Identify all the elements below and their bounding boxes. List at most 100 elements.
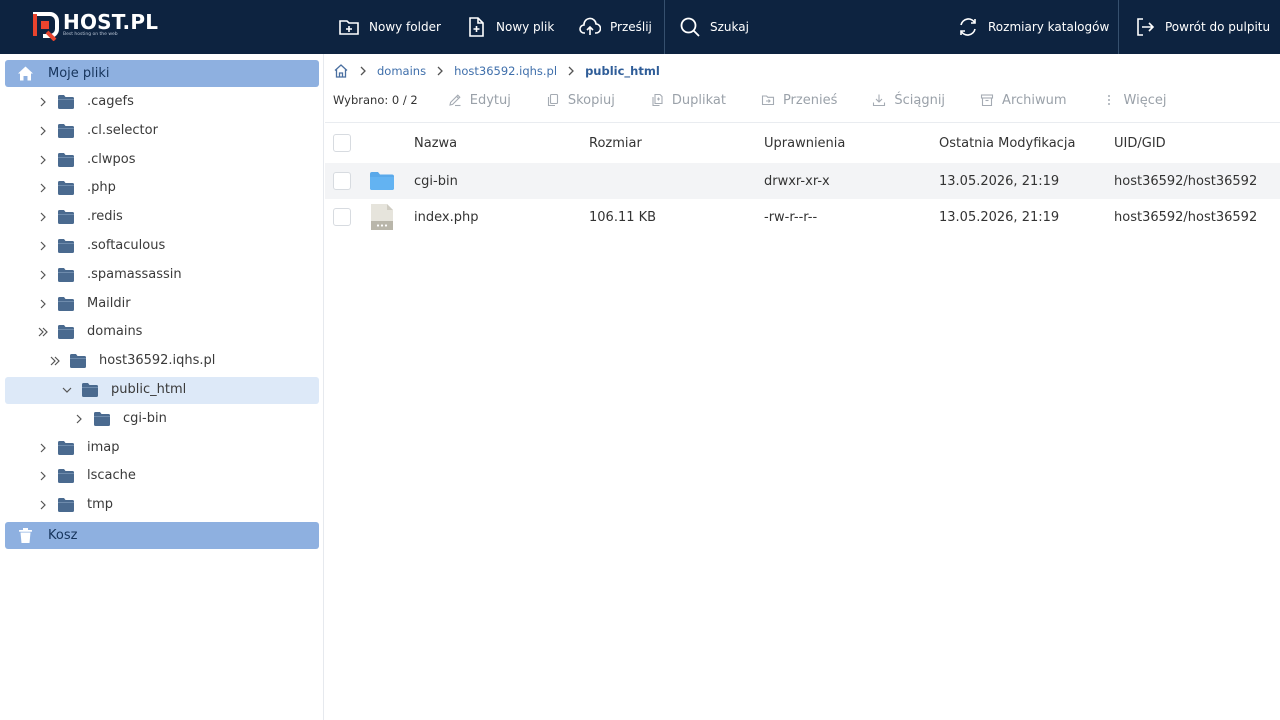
tree-item[interactable]: .cagefs bbox=[5, 89, 319, 116]
chevron-right-icon[interactable] bbox=[37, 442, 49, 454]
column-permissions[interactable]: Uprawnienia bbox=[764, 123, 845, 163]
folder-icon bbox=[94, 411, 110, 426]
chevron-right-icon[interactable] bbox=[37, 96, 49, 108]
sidebar: Moje pliki .cagefs .cl.selector .clwpos .ph… bbox=[0, 54, 324, 720]
folder-icon bbox=[58, 123, 74, 138]
tree-item[interactable]: .redis bbox=[5, 204, 319, 231]
tree-item-label: .php bbox=[87, 180, 116, 196]
tree-item-label: lscache bbox=[87, 468, 136, 484]
tree-item-label: .clwpos bbox=[87, 151, 136, 167]
home-icon bbox=[18, 66, 33, 81]
search-label: Szukaj bbox=[710, 20, 749, 34]
column-name[interactable]: Nazwa bbox=[414, 123, 457, 163]
table-row[interactable]: cgi-bin drwxr-xr-x 13.05.2026, 21:19 hos… bbox=[325, 163, 1280, 199]
directory-sizes-button[interactable]: Rozmiary katalogów bbox=[957, 0, 1109, 54]
tree-item[interactable]: Maildir bbox=[5, 291, 319, 318]
copy-button[interactable]: Skopiuj bbox=[546, 93, 615, 108]
chevron-down-icon[interactable] bbox=[61, 384, 73, 396]
tree-item[interactable]: lscache bbox=[5, 463, 319, 490]
tree-item[interactable]: .clwpos bbox=[5, 147, 319, 174]
sidebar-item-trash[interactable]: Kosz bbox=[5, 522, 319, 549]
row-checkbox[interactable] bbox=[333, 208, 351, 226]
chevrons-right-icon[interactable] bbox=[49, 355, 61, 367]
chevron-right-icon[interactable] bbox=[37, 470, 49, 482]
chevron-right-icon[interactable] bbox=[37, 240, 49, 252]
tree-item-label: cgi-bin bbox=[123, 410, 167, 426]
more-button[interactable]: Więcej bbox=[1102, 93, 1166, 108]
logo-mark-icon bbox=[30, 11, 60, 41]
tree-item[interactable]: .spamassassin bbox=[5, 262, 319, 289]
sidebar-item-my-files[interactable]: Moje pliki bbox=[5, 60, 319, 87]
archive-button[interactable]: Archiwum bbox=[980, 93, 1067, 108]
new-folder-label: Nowy folder bbox=[369, 20, 441, 34]
search-button[interactable]: Szukaj bbox=[679, 0, 749, 54]
file-permissions: drwxr-xr-x bbox=[764, 173, 830, 189]
upload-label: Prześlij bbox=[610, 20, 652, 34]
row-checkbox[interactable] bbox=[333, 172, 351, 190]
folder-plus-icon bbox=[339, 20, 359, 35]
tree-item[interactable]: domains bbox=[5, 319, 319, 346]
folder-icon bbox=[58, 152, 74, 167]
tree-item[interactable]: imap bbox=[5, 435, 319, 462]
chevron-right-icon[interactable] bbox=[37, 298, 49, 310]
new-file-button[interactable]: Nowy plik bbox=[465, 0, 554, 54]
file-icon bbox=[371, 204, 393, 230]
chevrons-right-icon[interactable] bbox=[37, 326, 49, 338]
upload-button[interactable]: Prześlij bbox=[579, 0, 652, 54]
folder-icon bbox=[58, 498, 74, 513]
tree-item[interactable]: .softaculous bbox=[5, 233, 319, 260]
action-bar: Wybrano: 0 / 2 Edytuj Skopiuj Duplikat P… bbox=[333, 90, 1201, 110]
duplicate-button[interactable]: Duplikat bbox=[650, 93, 726, 108]
tree-item[interactable]: public_html bbox=[5, 377, 319, 404]
table-row[interactable]: index.php 106.11 KB -rw-r--r-- 13.05.202… bbox=[325, 199, 1280, 235]
sign-out-icon bbox=[1137, 18, 1155, 36]
chevron-right-icon bbox=[568, 66, 574, 76]
back-to-panel-button[interactable]: Powrót do pulpitu bbox=[1134, 0, 1270, 54]
download-button[interactable]: Ściągnij bbox=[872, 93, 945, 108]
folder-icon bbox=[70, 354, 86, 369]
breadcrumb-current: public_html bbox=[585, 64, 660, 78]
breadcrumb-domains[interactable]: domains bbox=[377, 64, 426, 78]
host-pl-logo[interactable]: HOST.PL Best hosting on the web bbox=[30, 11, 158, 41]
select-all-checkbox[interactable] bbox=[333, 134, 351, 152]
chevron-right-icon[interactable] bbox=[37, 154, 49, 166]
column-owner[interactable]: UID/GID bbox=[1114, 123, 1166, 163]
breadcrumb-host[interactable]: host36592.iqhs.pl bbox=[454, 64, 557, 78]
folder-icon bbox=[370, 172, 394, 190]
file-plus-icon bbox=[469, 17, 484, 37]
copy-icon bbox=[547, 93, 558, 107]
tree-item[interactable]: .php bbox=[5, 175, 319, 202]
tree-item-label: Maildir bbox=[87, 295, 131, 311]
column-modified[interactable]: Ostatnia Modyfikacja bbox=[939, 123, 1075, 163]
trash-label: Kosz bbox=[48, 528, 78, 543]
file-name[interactable]: cgi-bin bbox=[414, 163, 458, 199]
tree-item[interactable]: .cl.selector bbox=[5, 118, 319, 145]
file-owner: host36592/host36592 bbox=[1114, 173, 1258, 189]
home-icon[interactable] bbox=[333, 63, 349, 79]
chevron-right-icon[interactable] bbox=[37, 499, 49, 511]
column-size[interactable]: Rozmiar bbox=[589, 123, 642, 163]
file-name[interactable]: index.php bbox=[414, 199, 478, 235]
chevron-right-icon[interactable] bbox=[37, 182, 49, 194]
copy-label: Skopiuj bbox=[567, 92, 615, 108]
chevron-right-icon[interactable] bbox=[37, 269, 49, 281]
archive-label: Archiwum bbox=[1002, 92, 1067, 108]
folder-icon bbox=[58, 210, 74, 225]
top-bar: HOST.PL Best hosting on the web Nowy fol… bbox=[0, 0, 1280, 54]
move-button[interactable]: Przenieś bbox=[761, 93, 837, 108]
folder-icon bbox=[58, 325, 74, 340]
chevron-right-icon[interactable] bbox=[73, 413, 85, 425]
search-icon bbox=[680, 17, 700, 37]
tree-item[interactable]: host36592.iqhs.pl bbox=[5, 348, 319, 375]
edit-button[interactable]: Edytuj bbox=[448, 93, 511, 108]
my-files-label: Moje pliki bbox=[48, 66, 110, 81]
tree-item[interactable]: cgi-bin bbox=[5, 406, 319, 433]
move-folder-icon bbox=[761, 95, 774, 106]
chevron-right-icon[interactable] bbox=[37, 125, 49, 137]
table-header: Nazwa Rozmiar Uprawnienia Ostatnia Modyf… bbox=[325, 123, 1280, 163]
new-folder-button[interactable]: Nowy folder bbox=[338, 0, 441, 54]
tree-item[interactable]: tmp bbox=[5, 492, 319, 519]
tree-item-label: .cl.selector bbox=[87, 122, 158, 138]
chevron-right-icon[interactable] bbox=[37, 211, 49, 223]
more-vertical-icon bbox=[1107, 95, 1110, 105]
